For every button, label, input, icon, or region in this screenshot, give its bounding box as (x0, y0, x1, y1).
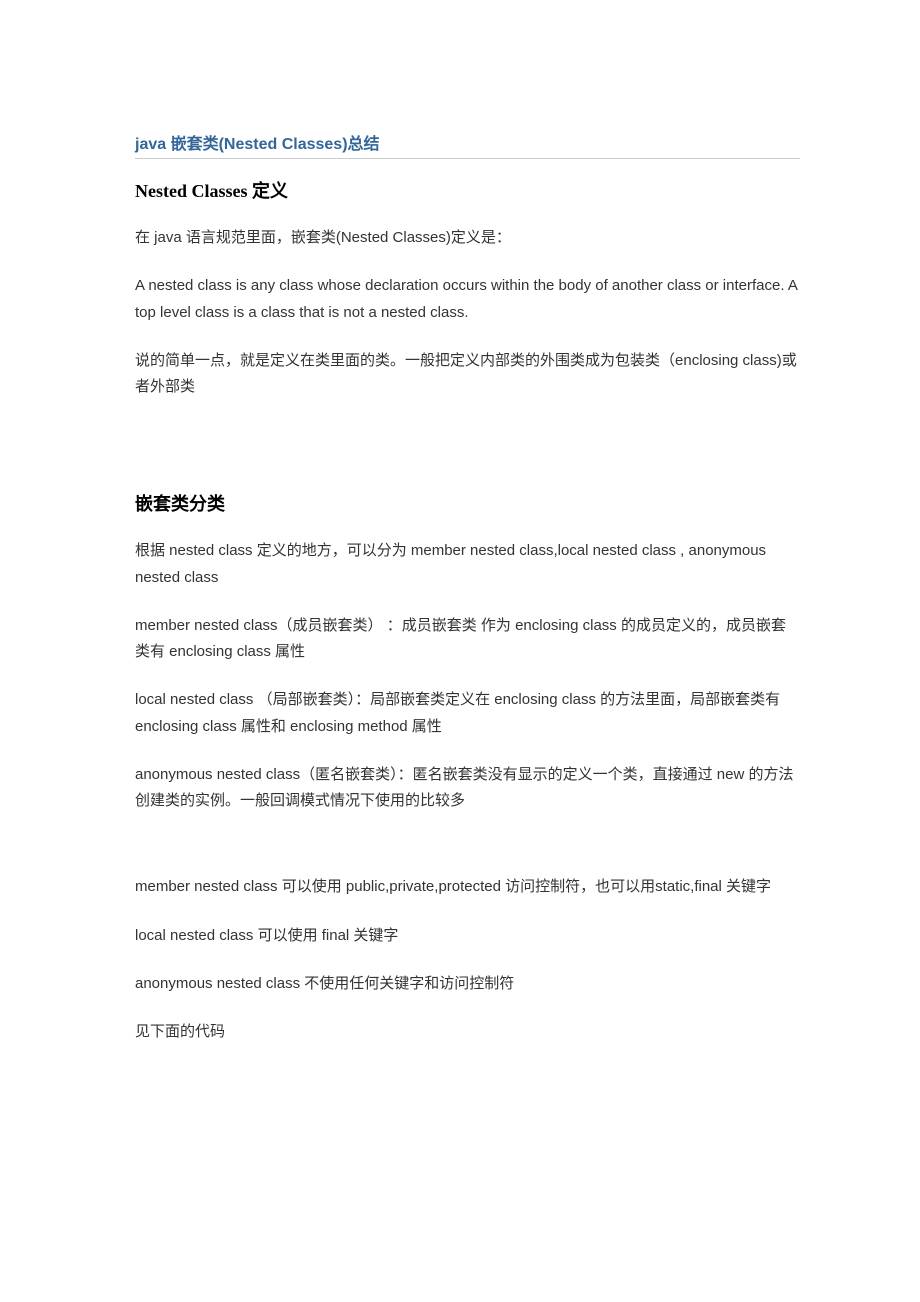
paragraph: anonymous nested class 不使用任何关键字和访问控制符 (135, 971, 800, 997)
paragraph: 见下面的代码 (135, 1019, 800, 1045)
paragraph: member nested class 可以使用 public,private,… (135, 874, 800, 900)
paragraph: local nested class 可以使用 final 关键字 (135, 923, 800, 949)
section-heading-classification: 嵌套类分类 (135, 490, 800, 516)
paragraph: 说的简单一点，就是定义在类里面的类。一般把定义内部类的外围类成为包装类（encl… (135, 348, 800, 401)
paragraph: member nested class（成员嵌套类） ：成员嵌套类 作为 enc… (135, 613, 800, 666)
paragraph: local nested class （局部嵌套类）：局部嵌套类定义在 encl… (135, 687, 800, 740)
article-title-link[interactable]: java 嵌套类(Nested Classes)总结 (135, 130, 800, 159)
paragraph: anonymous nested class（匿名嵌套类）：匿名嵌套类没有显示的… (135, 762, 800, 815)
paragraph: A nested class is any class whose declar… (135, 273, 800, 326)
paragraph: 根据 nested class 定义的地方，可以分为 member nested… (135, 538, 800, 591)
document-page: java 嵌套类(Nested Classes)总结 Nested Classe… (0, 0, 920, 1302)
section-heading-definition: Nested Classes 定义 (135, 177, 800, 203)
paragraph: 在 java 语言规范里面，嵌套类(Nested Classes)定义是： (135, 225, 800, 251)
